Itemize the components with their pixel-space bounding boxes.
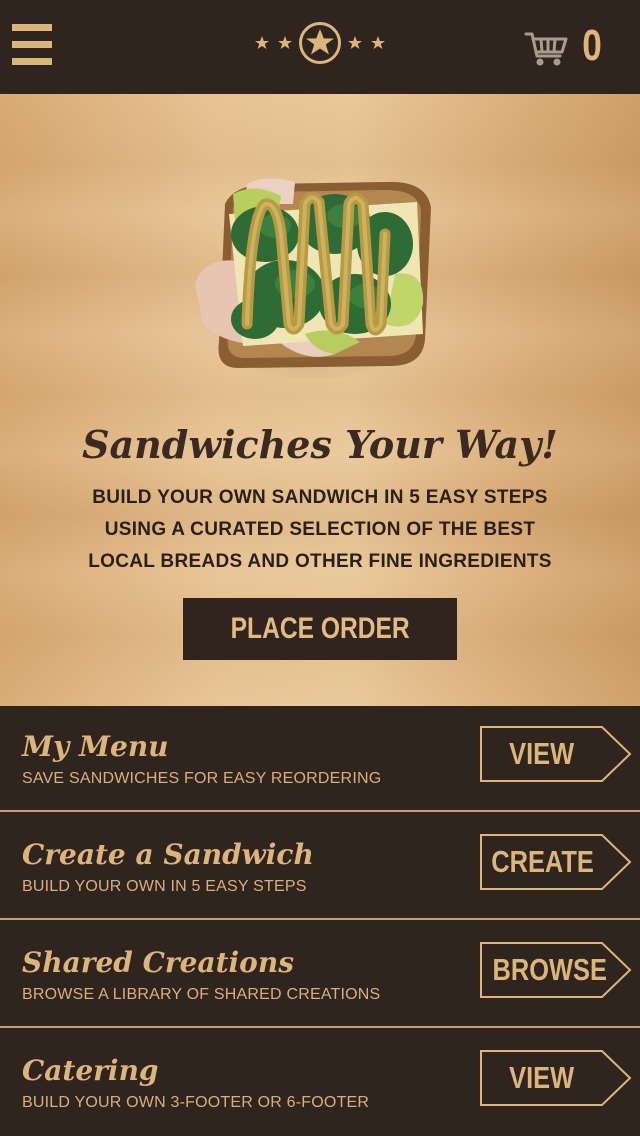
menu-row-title: My Menu <box>22 730 169 763</box>
place-order-label: PLACE ORDER <box>230 612 410 645</box>
menu-row-shared-creations[interactable]: Shared Creations BROWSE A LIBRARY OF SHA… <box>0 922 640 1028</box>
menu-row-title: Catering <box>22 1054 159 1087</box>
hero-description-line: BUILD YOUR OWN SANDWICH IN 5 EASY STEPS <box>92 487 548 508</box>
menu-row-title: Shared Creations <box>22 946 294 979</box>
menu-row-subtitle: BROWSE A LIBRARY OF SHARED CREATIONS <box>22 986 381 1003</box>
menu-row-subtitle: BUILD YOUR OWN IN 5 EASY STEPS <box>22 878 307 895</box>
top-bar: 0 <box>0 0 640 94</box>
place-order-button[interactable]: PLACE ORDER <box>183 598 457 660</box>
browse-shared-creations-button[interactable]: BROWSE <box>480 942 632 998</box>
hamburger-menu-icon[interactable] <box>12 24 52 66</box>
hero-title: Sandwiches Your Way! <box>82 422 558 467</box>
menu-row-my-menu[interactable]: My Menu SAVE SANDWICHES FOR EASY REORDER… <box>0 706 640 812</box>
cart-count[interactable]: 0 <box>576 20 608 72</box>
create-sandwich-button[interactable]: CREATE <box>480 834 632 890</box>
button-label: VIEW <box>509 736 575 771</box>
hero-banner: Sandwiches Your Way! BUILD YOUR OWN SAND… <box>0 94 640 706</box>
star-logo[interactable] <box>252 21 388 65</box>
menu-row-subtitle: SAVE SANDWICHES FOR EASY REORDERING <box>22 770 382 787</box>
shopping-cart-icon[interactable] <box>524 30 568 68</box>
button-label: VIEW <box>509 1060 575 1095</box>
view-catering-button[interactable]: VIEW <box>480 1050 632 1106</box>
hero-description-line: USING A CURATED SELECTION OF THE BEST <box>104 519 536 540</box>
button-label: BROWSE <box>492 952 607 987</box>
view-my-menu-button[interactable]: VIEW <box>480 726 632 782</box>
hero-description-line: LOCAL BREADS AND OTHER FINE INGREDIENTS <box>88 551 552 572</box>
menu-row-subtitle: BUILD YOUR OWN 3-FOOTER OR 6-FOOTER <box>22 1094 370 1111</box>
button-label: CREATE <box>491 844 594 879</box>
menu-row-title: Create a Sandwich <box>22 838 314 871</box>
open-faced-sandwich-image <box>195 178 435 379</box>
menu-row-create-sandwich[interactable]: Create a Sandwich BUILD YOUR OWN IN 5 EA… <box>0 814 640 920</box>
menu-row-catering[interactable]: Catering BUILD YOUR OWN 3-FOOTER OR 6-FO… <box>0 1030 640 1136</box>
